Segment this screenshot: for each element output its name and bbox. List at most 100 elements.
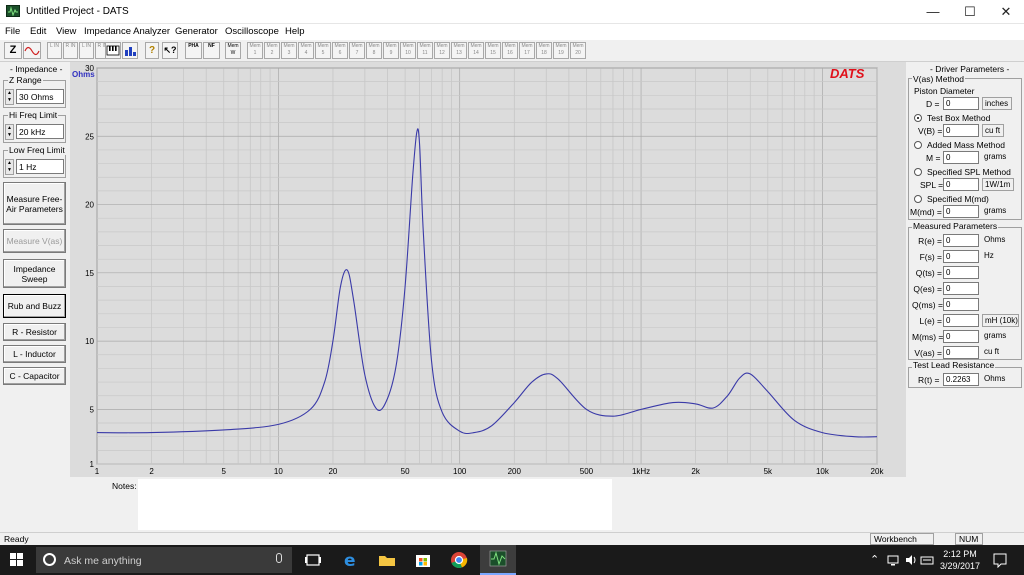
impedance-mode-button[interactable]: Z — [4, 42, 22, 59]
action-center-icon[interactable] — [993, 552, 1007, 570]
phase-button[interactable]: PHA — [185, 42, 202, 59]
memory-slot-9[interactable]: Mem 9 — [383, 42, 399, 59]
memory-slot-2[interactable]: Mem 2 — [264, 42, 280, 59]
toolbar-btn-l-in-1[interactable]: L IN — [47, 42, 62, 59]
measured-value-field[interactable]: 0 — [943, 234, 979, 247]
measure-vas-button[interactable]: Measure V(as) — [3, 229, 66, 253]
z-range-spinner[interactable]: ▲ ▼ — [5, 89, 14, 105]
test-box-label: Test Box Method — [927, 113, 991, 123]
taskbar-dats-app[interactable] — [480, 545, 516, 575]
memory-slot-7[interactable]: Mem 7 — [349, 42, 365, 59]
impedance-group-label: - Impedance - — [9, 64, 64, 74]
memory-slot-16[interactable]: Mem 16 — [502, 42, 518, 59]
tray-overflow-icon[interactable]: ⌃ — [870, 553, 879, 566]
input-indicator-icon[interactable] — [920, 553, 934, 569]
z-range-field[interactable]: 30 Ohms — [16, 89, 64, 104]
hi-freq-spinner[interactable]: ▲ ▼ — [5, 124, 14, 140]
specified-spl-radio[interactable] — [914, 168, 922, 176]
low-freq-field[interactable]: 1 Hz — [16, 159, 64, 174]
test-box-radio[interactable] — [914, 114, 922, 122]
chrome-icon[interactable] — [448, 549, 470, 571]
close-button[interactable]: ✕ — [989, 0, 1023, 24]
memory-slot-8[interactable]: Mem 8 — [366, 42, 382, 59]
memory-slot-5[interactable]: Mem 5 — [315, 42, 331, 59]
store-icon[interactable] — [412, 549, 434, 571]
rub-and-buzz-button[interactable]: Rub and Buzz — [3, 294, 66, 318]
measure-free-air-button[interactable]: Measure Free-Air Parameters — [3, 182, 66, 225]
measured-value-field[interactable]: 0 — [943, 330, 979, 343]
cortana-search-box[interactable]: Ask me anything — [36, 547, 292, 573]
hi-freq-field[interactable]: 20 kHz — [16, 124, 64, 139]
impedance-sweep-button[interactable]: Impedance Sweep — [3, 259, 66, 288]
notes-area: Notes: — [70, 477, 906, 532]
memory-slot-4[interactable]: Mem 4 — [298, 42, 314, 59]
low-freq-spinner[interactable]: ▲ ▼ — [5, 159, 14, 175]
memory-slot-12[interactable]: Mem 12 — [434, 42, 450, 59]
clock-date: 3/29/2017 — [939, 561, 981, 571]
memory-slot-18[interactable]: Mem 18 — [536, 42, 552, 59]
memory-slot-11[interactable]: Mem 11 — [417, 42, 433, 59]
r-resistor-button[interactable]: R - Resistor — [3, 323, 66, 341]
volume-icon[interactable] — [904, 553, 918, 569]
memory-slot-15[interactable]: Mem 15 — [485, 42, 501, 59]
toolbar-btn-l-in-2[interactable]: L IN — [79, 42, 94, 59]
toolbar-btn-r-in-1[interactable]: R IN — [63, 42, 78, 59]
piano-icon[interactable] — [105, 42, 121, 59]
memory-slot-17[interactable]: Mem 17 — [519, 42, 535, 59]
menu-edit[interactable]: Edit — [30, 26, 46, 37]
memory-slot-14[interactable]: Mem 14 — [468, 42, 484, 59]
network-icon[interactable] — [886, 553, 900, 569]
memory-slot-3[interactable]: Mem 3 — [281, 42, 297, 59]
menu-help[interactable]: Help — [285, 26, 305, 37]
memory-slot-6[interactable]: Mem 6 — [332, 42, 348, 59]
windows-start-icon[interactable] — [10, 553, 24, 567]
l-inductor-button[interactable]: L - Inductor — [3, 345, 66, 363]
file-explorer-icon[interactable] — [376, 549, 398, 571]
memory-slot-19[interactable]: Mem 19 — [553, 42, 569, 59]
x-tick-label: 500 — [580, 467, 594, 476]
x-tick-label: 1kHz — [632, 467, 650, 476]
generator-wave-icon[interactable] — [23, 42, 41, 59]
measured-value-field[interactable]: 0 — [943, 266, 979, 279]
added-mass-radio[interactable] — [914, 141, 922, 149]
mmd-field[interactable]: 0 — [943, 205, 979, 218]
impedance-plot[interactable]: 1 5 10 15 20 25 30 1 2 5 10 20 50 100 200 500 1kHz 2k 5k 10… — [70, 62, 906, 477]
rt-field[interactable]: 0.2263 — [943, 373, 979, 386]
driver-params-title: - Driver Parameters - — [930, 64, 1010, 74]
measured-value-field[interactable]: 0 — [943, 250, 979, 263]
menu-oscilloscope[interactable]: Oscilloscope — [225, 26, 279, 37]
memory-slot-1[interactable]: Mem 1 — [247, 42, 263, 59]
vb-field[interactable]: 0 — [943, 124, 979, 137]
memory-slot-20[interactable]: Mem 20 — [570, 42, 586, 59]
menu-file[interactable]: File — [5, 26, 20, 37]
memory-write-button[interactable]: Mem W — [225, 42, 241, 59]
c-capacitor-button[interactable]: C - Capacitor — [3, 367, 66, 385]
taskbar-clock[interactable]: 2:12 PM 3/29/2017 — [936, 548, 984, 572]
specified-mmd-radio[interactable] — [914, 195, 922, 203]
hi-freq-label: Hi Freq Limit — [8, 110, 59, 120]
menu-view[interactable]: View — [56, 26, 76, 37]
memory-slot-10[interactable]: Mem 10 — [400, 42, 416, 59]
measured-value-field[interactable]: 0 — [943, 298, 979, 311]
measured-value-field[interactable]: 0 — [943, 314, 979, 327]
maximize-button[interactable]: ☐ — [953, 0, 987, 24]
edge-browser-icon[interactable]: e — [340, 549, 362, 571]
menu-impedance-analyzer[interactable]: Impedance Analyzer — [84, 26, 170, 37]
x-tick-label: 20k — [871, 467, 885, 476]
d-field[interactable]: 0 — [943, 97, 979, 110]
measured-label: Q(ts) = — [915, 268, 942, 278]
notes-field[interactable] — [138, 479, 612, 530]
context-help-icon[interactable]: ↖? — [162, 42, 178, 59]
bar-chart-icon[interactable] — [122, 42, 138, 59]
minimize-button[interactable]: — — [916, 0, 950, 24]
task-view-icon[interactable] — [302, 549, 324, 571]
spl-field[interactable]: 0 — [943, 178, 979, 191]
menu-generator[interactable]: Generator — [175, 26, 218, 37]
memory-slot-13[interactable]: Mem 13 — [451, 42, 467, 59]
microphone-icon[interactable] — [276, 553, 282, 563]
nf-button[interactable]: NF — [203, 42, 220, 59]
help-icon[interactable]: ? — [145, 42, 159, 59]
measured-value-field[interactable]: 0 — [943, 346, 979, 359]
m-field[interactable]: 0 — [943, 151, 979, 164]
measured-value-field[interactable]: 0 — [943, 282, 979, 295]
